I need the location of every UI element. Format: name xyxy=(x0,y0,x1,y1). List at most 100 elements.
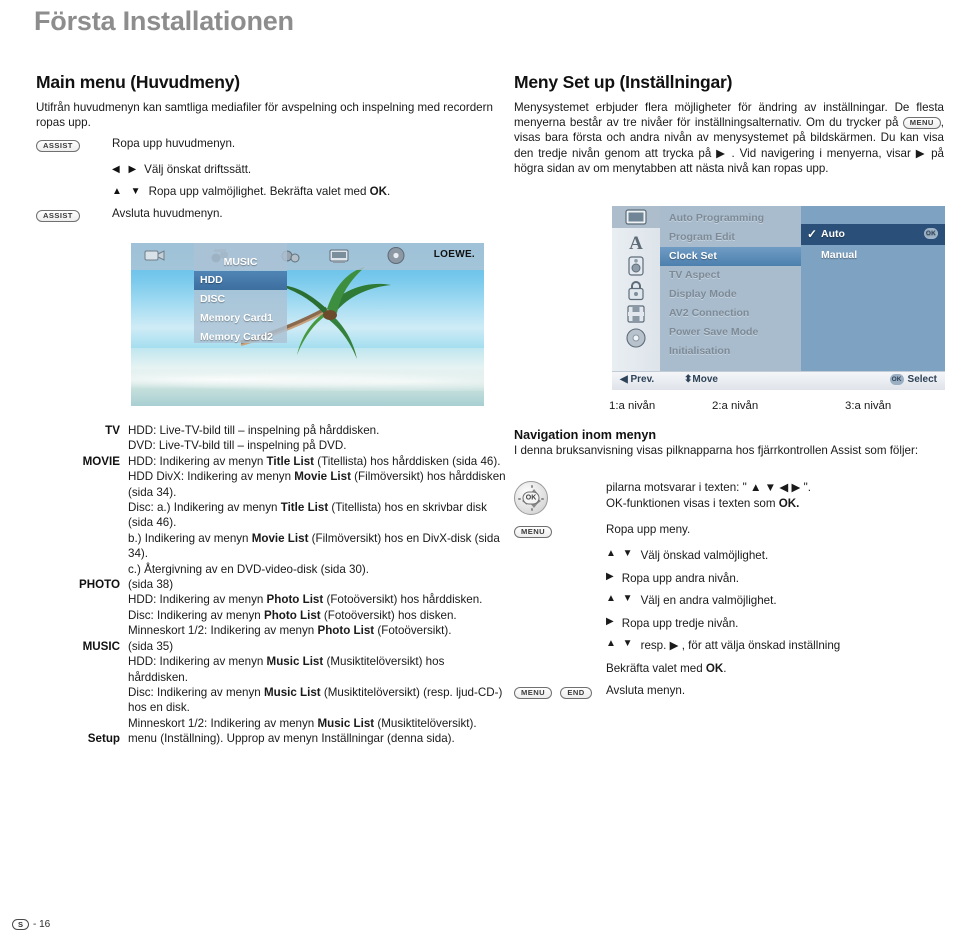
nav-line-ok: OK-funktionen visas i texten som OK. xyxy=(606,496,800,510)
setting-item-initialisation[interactable]: Initialisation xyxy=(660,342,801,361)
definition-row: PHOTO (sida 38) HDD: Indikering av menyn… xyxy=(36,577,506,639)
setting-item-tv-aspect[interactable]: TV Aspect xyxy=(660,266,801,285)
submenu-item-memory-card1[interactable]: Memory Card1 xyxy=(194,309,287,328)
definition-key: Setup xyxy=(87,732,120,746)
setting-item-display-mode[interactable]: Display Mode xyxy=(660,285,801,304)
level-2-label: 2:a nivån xyxy=(712,400,759,412)
nav-row-text: Välj önskad valmöjlighet. xyxy=(640,549,769,562)
assist-key-badge[interactable]: ASSIST xyxy=(36,140,80,153)
disc-icon[interactable] xyxy=(623,327,649,349)
definition-line: HDD: Indikering av menyn Photo List (Fot… xyxy=(128,593,483,607)
definition-line: c.) Återgivning av en DVD-video-disk (si… xyxy=(128,562,369,576)
select-label: Select xyxy=(907,374,937,385)
definition-row: Setup menu (Inställning). Upprop av meny… xyxy=(36,731,506,746)
ok-button[interactable]: OK xyxy=(522,491,540,505)
step-row: ▲ ▼ Ropa upp valmöjlighet. Bekräfta vale… xyxy=(36,184,506,199)
ok-badge-icon: OK xyxy=(924,228,938,239)
step-text: Välj önskat driftssätt. xyxy=(144,163,252,177)
camcorder-icon[interactable] xyxy=(143,246,167,265)
definition-line: Disc: Indikering av menyn Music List (Mu… xyxy=(128,685,503,715)
up-down-arrow-icon: ▲ ▼ xyxy=(606,638,635,649)
up-down-arrow-icon: ▲ ▼ xyxy=(606,593,635,604)
step-text: Ropa upp huvudmenyn. xyxy=(112,137,236,151)
setting-item-program-edit[interactable]: Program Edit xyxy=(660,228,801,247)
definition-line: HDD: Indikering av menyn Music List (Mus… xyxy=(128,655,445,684)
navigation-heading: Navigation inom menyn xyxy=(514,428,657,442)
nav-row-text: Bekräfta valet med OK. xyxy=(606,661,727,675)
menu-key-badge[interactable]: MENU xyxy=(514,686,552,699)
up-down-arrow-icon: ▲ ▼ xyxy=(606,548,635,559)
audio-icon[interactable] xyxy=(623,255,649,277)
intro-part-1: Menysystemet erbjuder flera möjligheter … xyxy=(514,101,944,130)
nav-row-text: pilarna motsvarar i texten: " ▲ ▼ ◀ ▶ ".… xyxy=(606,480,954,511)
definition-line: Minneskort 1/2: Indikering av menyn Phot… xyxy=(128,624,452,638)
dot-icon xyxy=(530,485,534,488)
remote-navigation-wheel-icon[interactable]: OK xyxy=(514,481,548,515)
end-key-badge[interactable]: END xyxy=(560,686,592,699)
right-intro-paragraph: Menysystemet erbjuder flera möjligheter … xyxy=(514,100,944,176)
move-label: Move xyxy=(692,374,718,385)
right-section-heading: Meny Set up (Inställningar) xyxy=(514,72,733,92)
remote-wheel-cell: OK xyxy=(514,480,606,515)
submenu-item-hdd[interactable]: HDD xyxy=(194,271,287,290)
dot-icon xyxy=(541,497,544,501)
navigation-intro: I denna bruksanvisning visas pilknapparn… xyxy=(514,444,919,457)
definition-value: menu (Inställning). Upprop av menyn Inst… xyxy=(128,731,506,746)
setting-item-av2-connection[interactable]: AV2 Connection xyxy=(660,304,801,323)
assist-key-cell: ASSIST xyxy=(36,206,112,225)
language-icon[interactable]: A xyxy=(623,231,649,253)
right-arrow-icon: ▶ xyxy=(606,615,616,627)
manual-page: Första Installationen Main menu (Huvudme… xyxy=(0,0,960,946)
checkmark-icon: ✓ xyxy=(807,227,818,241)
menu-icon-row: LOEWE. xyxy=(131,243,484,270)
menu-key-badge[interactable]: MENU xyxy=(902,117,941,130)
definition-value: HDD: Live-TV-bild till – inspelning på h… xyxy=(128,423,506,454)
setting-item-clock-set[interactable]: Clock Set xyxy=(660,247,801,266)
definition-value: (sida 38) HDD: Indikering av menyn Photo… xyxy=(128,577,506,639)
definition-line: b.) Indikering av menyn Movie List (Film… xyxy=(128,531,500,561)
tv-icon[interactable] xyxy=(327,246,351,265)
definition-row: MOVIE HDD: Indikering av menyn Title Lis… xyxy=(36,454,506,577)
nav-row: ▲ ▼ Välj en andra valmöjlighet. xyxy=(514,593,954,609)
menu-key-badge[interactable]: MENU xyxy=(514,525,552,538)
option-manual[interactable]: Manual xyxy=(801,245,945,266)
tv-icon[interactable] xyxy=(623,207,649,229)
nav-row-text: Avsluta menyn. xyxy=(606,684,686,697)
assist-key-badge[interactable]: ASSIST xyxy=(36,210,80,223)
left-column: Main menu (Huvudmeny) Utifrån huvudmenyn… xyxy=(36,72,506,232)
step-row: ASSIST Ropa upp huvudmenyn. xyxy=(36,136,506,155)
option-auto[interactable]: ✓ Auto OK xyxy=(801,224,945,245)
media-mode-definition-list: TV HDD: Live-TV-bild till – inspelning p… xyxy=(36,423,506,747)
definition-row: MUSIC (sida 35) HDD: Indikering av menyn… xyxy=(36,639,506,731)
lock-icon[interactable] xyxy=(623,279,649,301)
page-title: Första Installationen xyxy=(34,6,294,36)
step-text: Ropa upp valmöjlighet. Bekräfta valet me… xyxy=(148,185,391,199)
definition-line: DVD: Live-TV-bild till – inspelning på D… xyxy=(128,439,347,453)
left-intro-paragraph: Utifrån huvudmenyn kan samtliga mediafil… xyxy=(36,101,493,130)
recording-icon[interactable] xyxy=(623,303,649,325)
main-menu-steps: ASSIST Ropa upp huvudmenyn. ◀ ▶ Välj öns… xyxy=(36,136,506,225)
submenu-title: MUSIC xyxy=(223,256,258,268)
left-right-arrow-icon: ◀ ▶ xyxy=(112,164,140,176)
setting-item-auto-programming[interactable]: Auto Programming xyxy=(660,209,801,228)
prev-label: Prev. xyxy=(630,374,655,385)
menu-key-cell: MENU xyxy=(514,522,606,541)
option-label: Auto xyxy=(821,228,845,240)
disc-icon[interactable] xyxy=(384,246,408,265)
right-arrow-icon: ▶ xyxy=(606,570,616,582)
definition-key: MOVIE xyxy=(82,454,120,468)
definition-row: TV HDD: Live-TV-bild till – inspelning p… xyxy=(36,423,506,454)
nav-row-text: Ropa upp andra nivån. xyxy=(621,571,740,585)
submenu-item-disc[interactable]: DISC xyxy=(194,290,287,309)
loewe-logo: LOEWE. xyxy=(433,249,475,260)
definition-line: HDD: Live-TV-bild till – inspelning på h… xyxy=(128,424,380,437)
dot-icon xyxy=(530,508,534,511)
definition-line: (sida 35) xyxy=(128,639,174,653)
nav-row: MENU END Avsluta menyn. xyxy=(514,683,954,702)
submenu-item-memory-card2[interactable]: Memory Card2 xyxy=(194,328,287,347)
menu-end-key-cell: MENU END xyxy=(514,683,606,702)
dot-icon xyxy=(518,497,521,501)
definition-line: (sida 38) xyxy=(128,578,174,592)
definition-line: Disc: a.) Indikering av menyn Title List… xyxy=(128,501,487,530)
setting-item-power-save-mode[interactable]: Power Save Mode xyxy=(660,323,801,342)
